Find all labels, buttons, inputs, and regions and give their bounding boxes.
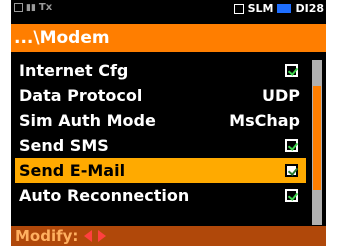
- list-item-label: Send E-Mail: [19, 161, 126, 180]
- device-screen: ▮▮ Tx SLM DI28 ...\Modem Internet Cfg Da…: [11, 0, 326, 246]
- arrow-right-icon: [98, 230, 107, 242]
- memory-icon: [14, 3, 23, 12]
- list-item-send-email[interactable]: Send E-Mail: [15, 158, 306, 183]
- page-title: ...\Modem: [11, 24, 326, 52]
- list-item-send-sms[interactable]: Send SMS: [15, 133, 306, 158]
- check-icon: [287, 165, 299, 176]
- modify-label: Modify:: [15, 227, 79, 245]
- mode-label: SLM: [247, 2, 274, 15]
- auto-reconnection-checkbox[interactable]: [285, 189, 299, 202]
- footer-hint: Modify:: [11, 226, 326, 246]
- list-item-label: Internet Cfg: [19, 61, 129, 80]
- status-left: ▮▮ Tx: [14, 2, 52, 13]
- battery-icon: [277, 4, 292, 13]
- data-protocol-value: UDP: [262, 86, 300, 105]
- scrollbar[interactable]: [312, 60, 322, 225]
- signal-icon: ▮▮: [26, 2, 36, 13]
- list-item-internet-cfg[interactable]: Internet Cfg: [15, 58, 306, 83]
- check-icon: [287, 140, 299, 151]
- status-left-text: Tx: [38, 2, 53, 13]
- check-icon: [287, 190, 299, 201]
- time-label: DI28: [295, 2, 324, 15]
- list-item-label: Auto Reconnection: [19, 186, 190, 205]
- status-right: SLM DI28: [233, 2, 324, 15]
- list-item-label: Sim Auth Mode: [19, 111, 156, 130]
- arrow-left-icon: [84, 230, 93, 242]
- list-item-sim-auth-mode[interactable]: Sim Auth Mode MsChap: [15, 108, 306, 133]
- status-bar: ▮▮ Tx SLM DI28: [11, 0, 326, 18]
- list-item-data-protocol[interactable]: Data Protocol UDP: [15, 83, 306, 108]
- send-email-checkbox[interactable]: [285, 164, 299, 177]
- send-sms-checkbox[interactable]: [285, 139, 299, 152]
- check-icon: [287, 65, 299, 76]
- mode-box-icon: [233, 3, 244, 14]
- list-item-label: Send SMS: [19, 136, 109, 155]
- list-item-auto-reconnection[interactable]: Auto Reconnection: [15, 183, 306, 208]
- settings-list: Internet Cfg Data Protocol UDP Sim Auth …: [11, 58, 306, 208]
- scrollbar-thumb[interactable]: [313, 86, 321, 190]
- sim-auth-mode-value: MsChap: [229, 111, 300, 130]
- internet-cfg-checkbox[interactable]: [285, 64, 299, 77]
- list-item-label: Data Protocol: [19, 86, 143, 105]
